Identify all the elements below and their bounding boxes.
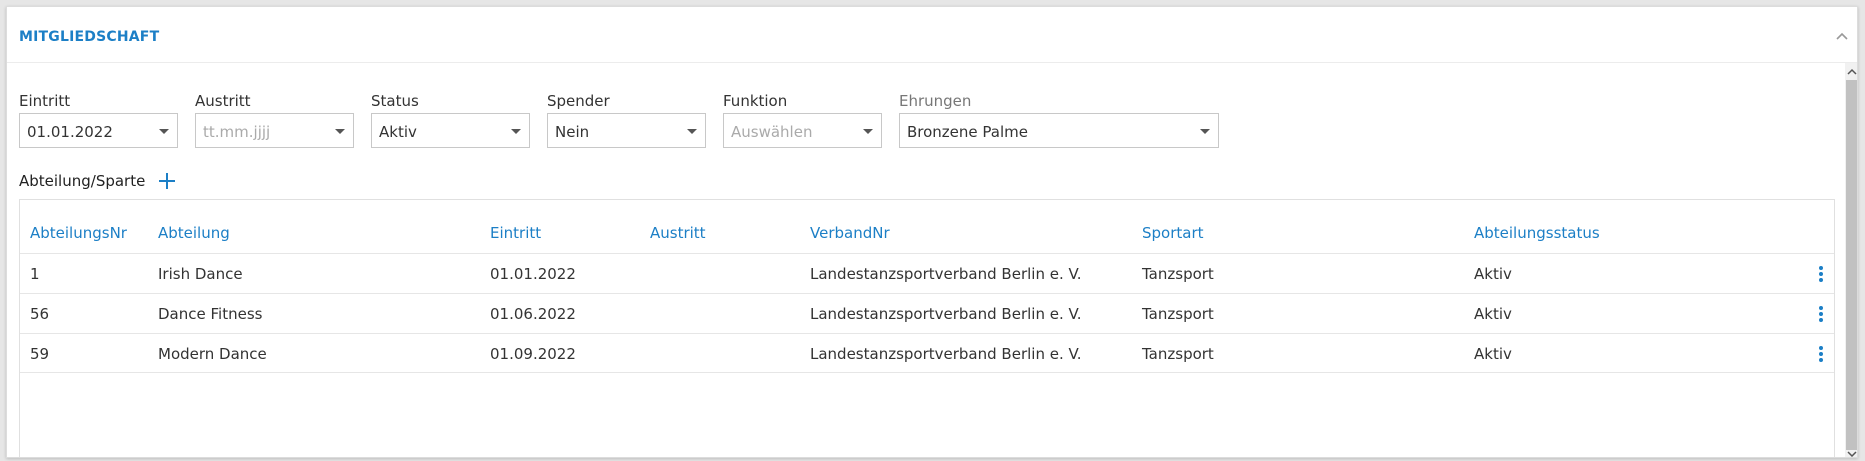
chevron-down-icon [159, 129, 169, 134]
chevron-down-icon [1200, 129, 1210, 134]
column-header-sportart[interactable]: Sportart [1142, 224, 1204, 242]
funktion-placeholder: Auswählen [731, 123, 813, 141]
cell-abteilung: Modern Dance [158, 345, 267, 363]
row-menu-icon[interactable] [1815, 266, 1827, 282]
cell-eintritt: 01.09.2022 [490, 345, 576, 363]
row-menu-icon[interactable] [1815, 346, 1827, 362]
eintritt-value: 01.01.2022 [27, 123, 113, 141]
cell-sportart: Tanzsport [1142, 305, 1214, 323]
chevron-down-icon [335, 129, 345, 134]
eintritt-select[interactable]: 01.01.2022 [19, 113, 178, 148]
spender-select[interactable]: Nein [547, 113, 706, 148]
spender-value: Nein [555, 123, 590, 141]
table-row[interactable]: 1 Irish Dance 01.01.2022 Landestanzsport… [20, 253, 1834, 293]
cell-verbandnr: Landestanzsportverband Berlin e. V. [810, 265, 1082, 283]
cell-abteilungsstatus: Aktiv [1474, 265, 1512, 283]
eintritt-label: Eintritt [19, 92, 71, 110]
status-select[interactable]: Aktiv [371, 113, 530, 148]
ehrungen-label: Ehrungen [899, 92, 972, 110]
cell-verbandnr: Landestanzsportverband Berlin e. V. [810, 305, 1082, 323]
row-menu-icon[interactable] [1815, 306, 1827, 322]
austritt-select[interactable]: tt.mm.jjjj [195, 113, 354, 148]
membership-panel: MITGLIEDSCHAFT Eintritt Austritt Status … [6, 6, 1858, 458]
cell-abteilungsnr: 59 [30, 345, 50, 363]
cell-verbandnr: Landestanzsportverband Berlin e. V. [810, 345, 1082, 363]
cell-abteilungsnr: 56 [30, 305, 50, 323]
cell-abteilungsstatus: Aktiv [1474, 305, 1512, 323]
column-header-verbandnr[interactable]: VerbandNr [810, 224, 890, 242]
table-row[interactable]: 56 Dance Fitness 01.06.2022 Landestanzsp… [20, 293, 1834, 333]
ehrungen-select[interactable]: Bronzene Palme [899, 113, 1219, 148]
scrollbar-thumb[interactable] [1846, 80, 1857, 450]
funktion-label: Funktion [723, 92, 788, 110]
add-department-button[interactable] [157, 171, 177, 191]
table-row[interactable]: 59 Modern Dance 01.09.2022 Landestanzspo… [20, 333, 1834, 373]
status-label: Status [371, 92, 419, 110]
chevron-down-icon [687, 129, 697, 134]
scroll-up-arrow-icon[interactable] [1845, 67, 1858, 77]
cell-abteilungsnr: 1 [30, 265, 40, 283]
cell-eintritt: 01.06.2022 [490, 305, 576, 323]
status-value: Aktiv [379, 123, 417, 141]
column-header-abteilungsstatus[interactable]: Abteilungsstatus [1474, 224, 1600, 242]
cell-sportart: Tanzsport [1142, 345, 1214, 363]
ehrungen-value: Bronzene Palme [907, 123, 1028, 141]
panel-header: MITGLIEDSCHAFT [7, 7, 1857, 63]
column-header-eintritt[interactable]: Eintritt [490, 224, 541, 242]
spender-label: Spender [547, 92, 610, 110]
column-header-abteilung[interactable]: Abteilung [158, 224, 230, 242]
cell-abteilung: Dance Fitness [158, 305, 263, 323]
chevron-up-icon[interactable] [1833, 29, 1851, 43]
departments-table: AbteilungsNr Abteilung Eintritt Austritt… [19, 199, 1835, 457]
column-header-austritt[interactable]: Austritt [650, 224, 706, 242]
austritt-label: Austritt [195, 92, 251, 110]
scroll-down-arrow-icon[interactable] [1845, 449, 1858, 458]
panel-title: MITGLIEDSCHAFT [19, 29, 160, 45]
vertical-scrollbar[interactable] [1845, 63, 1858, 458]
cell-abteilung: Irish Dance [158, 265, 243, 283]
cell-sportart: Tanzsport [1142, 265, 1214, 283]
chevron-down-icon [863, 129, 873, 134]
chevron-down-icon [511, 129, 521, 134]
abteilung-sparte-label: Abteilung/Sparte [19, 172, 146, 190]
cell-eintritt: 01.01.2022 [490, 265, 576, 283]
funktion-select[interactable]: Auswählen [723, 113, 882, 148]
austritt-placeholder: tt.mm.jjjj [203, 123, 271, 141]
cell-abteilungsstatus: Aktiv [1474, 345, 1512, 363]
column-header-abteilungsnr[interactable]: AbteilungsNr [30, 224, 127, 242]
